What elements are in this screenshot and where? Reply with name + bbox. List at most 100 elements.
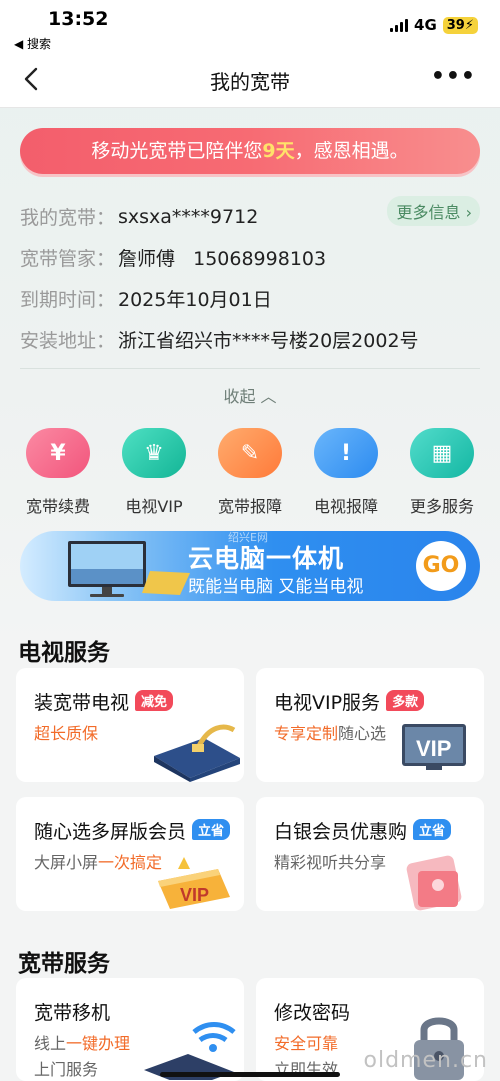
wrench-glyph: ✎ (240, 440, 260, 466)
card-subtitle-rest: 随心选 (338, 724, 387, 743)
card-subtitle: 超长质保 (34, 724, 99, 743)
banner-text-before: 移动光宽带已陪伴您 (91, 140, 263, 162)
quick-action-label: 更多服务 (409, 497, 474, 516)
info-row-manager: 宽带管家： 詹师傅 15068998103 (20, 237, 480, 278)
alert-icon: ! (314, 428, 378, 478)
info-label: 宽带管家： (20, 248, 116, 270)
monitor-icon (68, 541, 190, 597)
battery-icon: 39⚡ (442, 16, 478, 34)
quick-actions: ¥ 宽带续费 ♛ 电视VIP ✎ 宽带报障 ! 电视报障 ▦ 更多服务 (10, 428, 490, 517)
card-subtitle: 精彩视听共分享 (274, 853, 387, 872)
ad-subtitle: 既能当电脑 又能当电视 (188, 577, 364, 597)
status-indicators: 4G 39⚡ (390, 16, 478, 34)
card-subtitle-highlight: 一键办理 (66, 1034, 131, 1053)
status-time: 13:52 (48, 8, 109, 30)
status-bar: 13:52 ◀ 搜索 4G 39⚡ (0, 0, 500, 52)
router-icon (154, 724, 240, 782)
card-tag: 立省 (413, 819, 452, 840)
card-tag: 立省 (192, 819, 231, 840)
quick-action-tv-repair[interactable]: ! 电视报障 (298, 428, 394, 517)
alert-glyph: ! (340, 440, 352, 466)
quick-action-label: 宽带续费 (25, 497, 90, 516)
card-title-text: 电视VIP服务 (274, 692, 381, 714)
network-type: 4G (414, 16, 437, 34)
quick-action-label: 电视报障 (313, 497, 378, 516)
card-multiscreen-member[interactable]: 随心选多屏版会员 立省 大屏小屏一次搞定 VIP (16, 797, 244, 911)
quick-action-more[interactable]: ▦ 更多服务 (394, 428, 490, 517)
card-subtitle: 专享定制随心选 (274, 720, 386, 744)
wrench-icon: ✎ (218, 428, 282, 478)
more-info-button[interactable]: 更多信息 › (386, 196, 480, 226)
info-label: 到期时间： (20, 289, 116, 311)
svg-text:VIP: VIP (416, 736, 451, 761)
crown-icon: ♛ (122, 428, 186, 478)
page-title: 我的宽带 (210, 70, 290, 94)
broadband-services-title: 宽带服务 (18, 951, 110, 977)
money-bag-glyph: ¥ (50, 440, 66, 466)
quick-action-tv-vip[interactable]: ♛ 电视VIP (106, 428, 202, 517)
card-title: 随心选多屏版会员 立省 (34, 817, 231, 844)
info-value: 詹师傅 15068998103 (118, 248, 327, 270)
card-title: 白银会员优惠购 立省 (274, 817, 452, 844)
card-subtitle: 线上一键办理 (34, 1030, 130, 1054)
crown-glyph: ♛ (144, 440, 164, 466)
card-tv-vip-service[interactable]: 电视VIP服务 多款 专享定制随心选 VIP (256, 668, 484, 782)
quick-action-label: 电视VIP (125, 497, 183, 516)
page-watermark: oldmen.cn (363, 1048, 488, 1073)
card-relocate-broadband[interactable]: 宽带移机 线上一键办理 上门服务 (16, 978, 244, 1081)
grid-glyph: ▦ (431, 440, 453, 466)
home-indicator (160, 1072, 340, 1077)
grid-icon: ▦ (410, 428, 474, 478)
card-title-text: 白银会员优惠购 (274, 821, 408, 843)
collapse-label: 收起 (223, 387, 256, 406)
card-silver-member[interactable]: 白银会员优惠购 立省 精彩视听共分享 (256, 797, 484, 911)
card-subtitle: 安全可靠 (274, 1034, 339, 1053)
card-title-text: 随心选多屏版会员 (34, 821, 187, 843)
chevron-right-icon: › (460, 203, 472, 222)
divider (20, 368, 480, 369)
quick-action-label: 宽带报障 (217, 497, 282, 516)
broadband-info: 我的宽带： sxsxa****9712 宽带管家： 詹师傅 1506899810… (20, 196, 480, 360)
card-subtitle-prefix: 大屏小屏 (34, 853, 99, 872)
more-info-label: 更多信息 (396, 203, 461, 222)
signal-icon (390, 18, 409, 32)
battery-level: 39 (446, 17, 465, 33)
card-subtitle-2: 上门服务 (34, 1060, 99, 1079)
tv-services-title: 电视服务 (18, 640, 110, 666)
banner-text-after: ，感恩相遇。 (294, 140, 409, 162)
card-title-text: 装宽带电视 (34, 692, 130, 714)
card-tag: 减免 (135, 690, 174, 711)
chevron-up-icon: ︿ (260, 387, 277, 406)
info-row-address: 安装地址： 浙江省绍兴市****号楼20层2002号 (20, 319, 480, 360)
info-label: 安装地址： (20, 330, 116, 352)
wifi-icon (144, 1022, 236, 1080)
vip-badge-icon: VIP (158, 857, 230, 909)
info-value: 浙江省绍兴市****号楼20层2002号 (118, 330, 419, 352)
info-label: 我的宽带： (20, 207, 116, 229)
companion-banner: 移动光宽带已陪伴您9天，感恩相遇。 (20, 128, 480, 174)
card-title: 装宽带电视 减免 (34, 688, 174, 715)
banner-days: 9天 (262, 140, 295, 162)
info-value: 2025年10月01日 (118, 289, 272, 311)
quick-action-renew[interactable]: ¥ 宽带续费 (10, 428, 106, 517)
card-subtitle-highlight: 专享定制 (274, 724, 339, 743)
card-install-tv[interactable]: 装宽带电视 减免 超长质保 (16, 668, 244, 782)
nav-bar: 我的宽带 ••• (0, 52, 500, 108)
svg-text:VIP: VIP (180, 885, 209, 905)
back-to-search-link[interactable]: ◀ 搜索 (14, 35, 51, 52)
ad-go-button[interactable]: GO (416, 541, 466, 591)
card-subtitle-prefix: 线上 (34, 1034, 67, 1053)
card-tag: 多款 (386, 690, 425, 711)
ad-title: 云电脑一体机 (188, 544, 345, 573)
info-row-expiry: 到期时间： 2025年10月01日 (20, 278, 480, 319)
money-bag-icon: ¥ (26, 428, 90, 478)
gift-icon (406, 855, 462, 911)
more-options-icon[interactable]: ••• (431, 64, 476, 89)
card-subtitle: 大屏小屏一次搞定 (34, 849, 162, 873)
tv-vip-icon: VIP (402, 724, 466, 770)
quick-action-broadband-repair[interactable]: ✎ 宽带报障 (202, 428, 298, 517)
card-title: 电视VIP服务 多款 (274, 688, 425, 715)
card-title: 修改密码 (274, 1002, 351, 1024)
cloud-pc-ad-banner[interactable]: 绍兴E网 云电脑一体机 既能当电脑 又能当电视 GO (20, 531, 480, 601)
collapse-toggle[interactable]: 收起 ︿ (0, 383, 500, 407)
